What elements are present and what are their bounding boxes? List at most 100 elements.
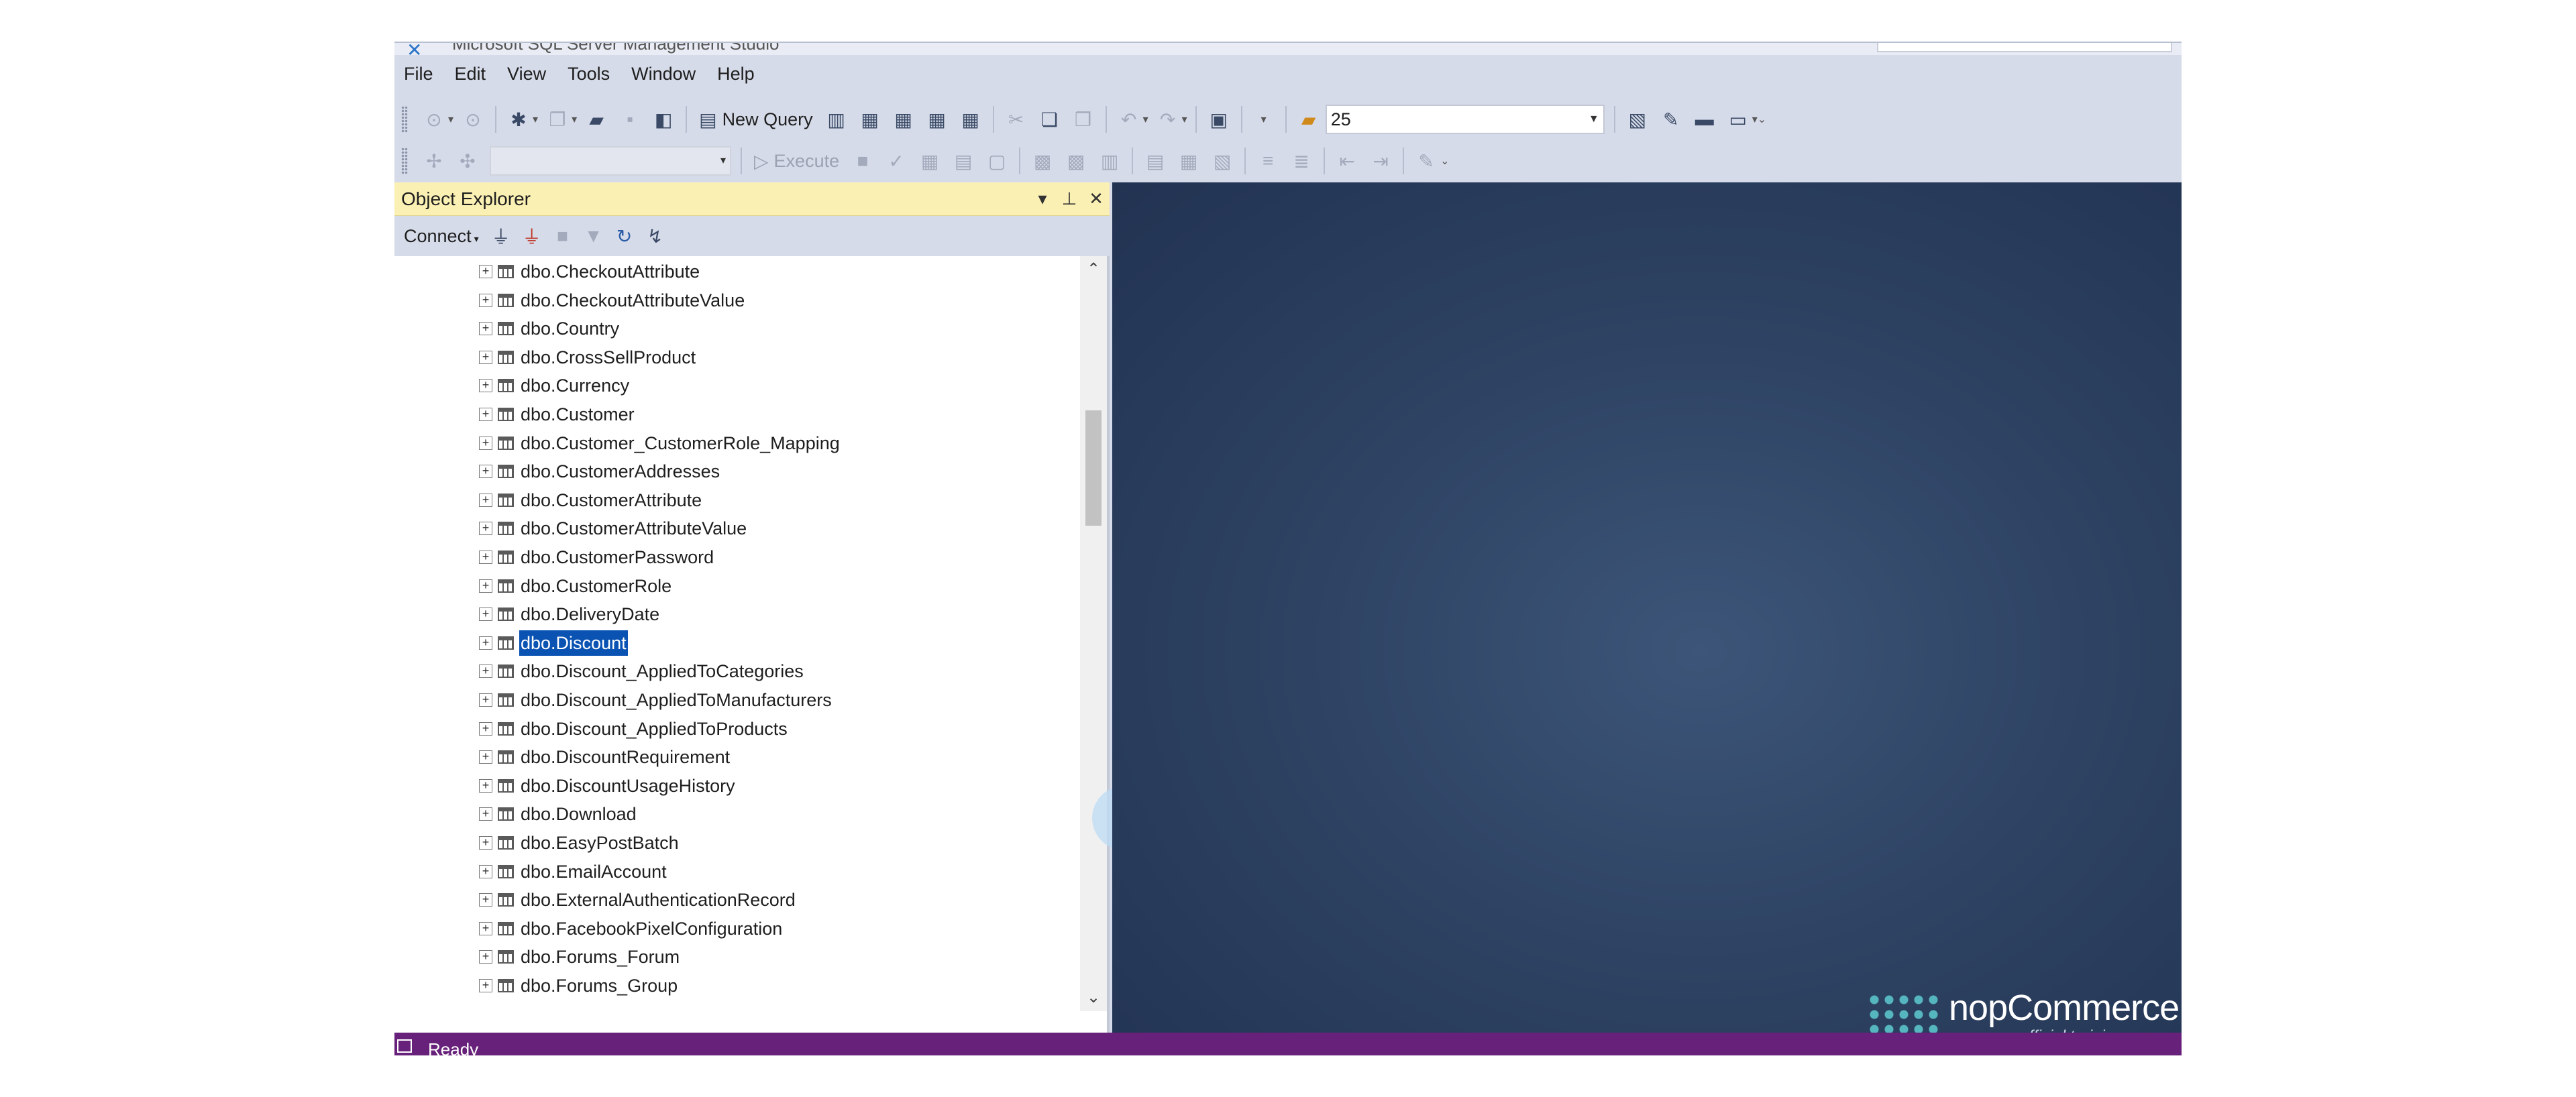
chevron-down-icon[interactable]: ▼ (1589, 106, 1599, 133)
menu-file[interactable]: File (401, 64, 449, 84)
tree-item-table[interactable]: + dbo.DiscountUsageHistory (479, 772, 737, 800)
tree-item-table[interactable]: + dbo.Discount (479, 629, 629, 657)
back-icon[interactable]: ⊙ (419, 105, 449, 134)
results-to-grid-icon[interactable]: ▦ (1174, 146, 1203, 176)
query-designer-icon[interactable]: ▤ (949, 146, 978, 176)
expand-icon[interactable]: + (479, 551, 492, 564)
chevron-down-icon[interactable]: ▾ (1143, 113, 1148, 126)
activity-monitor-icon[interactable]: ↯ (642, 221, 669, 251)
find-in-files-icon[interactable]: ▰ (1294, 105, 1324, 134)
expand-icon[interactable]: + (479, 294, 492, 307)
tree-item-table[interactable]: + dbo.ExternalAuthenticationRecord (479, 886, 797, 914)
disconnect-icon[interactable]: ⏚ (519, 221, 545, 251)
expand-icon[interactable]: + (479, 494, 492, 507)
live-query-stats-icon[interactable]: ▩ (1061, 146, 1091, 176)
close-icon[interactable]: ✕ (1083, 188, 1110, 209)
undo-icon[interactable]: ↶ (1114, 105, 1144, 134)
include-actual-plan-icon[interactable]: ▩ (1028, 146, 1057, 176)
refresh-icon[interactable]: ↻ (611, 221, 638, 251)
tree-item-table[interactable]: + dbo.EasyPostBatch (479, 829, 680, 857)
tree-item-table[interactable]: + dbo.Download (479, 800, 638, 828)
expand-icon[interactable]: + (479, 437, 492, 450)
add-item-icon[interactable]: ❐ (543, 105, 572, 134)
tree-item-table[interactable]: + dbo.CustomerAddresses (479, 457, 721, 485)
expand-icon[interactable]: + (479, 636, 492, 650)
scrollbar-thumb[interactable] (1085, 410, 1102, 526)
tree-item-table[interactable]: + dbo.Discount_AppliedToManufacturers (479, 686, 833, 714)
expand-icon[interactable]: + (479, 522, 492, 535)
toolbar-overflow-icon[interactable]: ⌄ (1440, 154, 1449, 168)
tree-item-table[interactable]: + dbo.Country (479, 314, 621, 343)
expand-icon[interactable]: + (479, 379, 492, 392)
chevron-down-icon[interactable]: ▾ (1182, 113, 1187, 126)
toolbox-icon[interactable]: ▬ (1690, 105, 1719, 134)
copy-icon[interactable]: ❏ (1035, 105, 1065, 134)
stop-icon[interactable]: ■ (549, 221, 576, 251)
tree-item-table[interactable]: + dbo.CustomerRole (479, 572, 673, 600)
expand-icon[interactable]: + (479, 265, 492, 278)
panel-menu-chevron-icon[interactable]: ▾ (1029, 188, 1056, 209)
specify-template-values-icon[interactable]: ✎ (1411, 146, 1441, 176)
toolbar-grip[interactable] (401, 106, 408, 133)
tree-item-table[interactable]: + dbo.Customer_CustomerRole_Mapping (479, 429, 841, 457)
change-connection-icon[interactable]: ✣ (453, 146, 482, 176)
expand-icon[interactable]: + (479, 750, 492, 764)
analysis-dmx-query-icon[interactable]: ▦ (889, 105, 918, 134)
analysis-xmla-query-icon[interactable]: ▦ (922, 105, 952, 134)
chevron-down-icon[interactable]: ▾ (533, 113, 538, 126)
tree-item-table[interactable]: + dbo.FacebookPixelConfiguration (479, 915, 784, 943)
toolbar-grip[interactable] (401, 148, 408, 174)
chevron-down-icon[interactable]: ▾ (1752, 113, 1758, 126)
redo-icon[interactable]: ↷ (1153, 105, 1183, 134)
open-file-icon[interactable]: ▰ (582, 105, 611, 134)
expand-icon[interactable]: + (479, 608, 492, 621)
chevron-down-icon[interactable]: ▾ (572, 113, 577, 126)
scroll-up-icon[interactable]: ⌃ (1080, 256, 1107, 283)
save-icon[interactable]: ▪ (615, 105, 645, 134)
analysis-mdx-query-icon[interactable]: ▦ (855, 105, 885, 134)
query-options-icon[interactable]: ▢ (982, 146, 1012, 176)
tree-item-table[interactable]: + dbo.CheckoutAttributeValue (479, 286, 746, 314)
tree-item-table[interactable]: + dbo.CustomerPassword (479, 543, 715, 571)
pin-icon[interactable]: ⊥ (1056, 188, 1083, 209)
scroll-down-icon[interactable]: ⌄ (1080, 984, 1107, 1011)
results-to-text-icon[interactable]: ▤ (1140, 146, 1170, 176)
client-statistics-icon[interactable]: ▥ (1095, 146, 1124, 176)
database-engine-query-icon[interactable]: ▥ (822, 105, 851, 134)
connect-button[interactable]: Connect ▾ (404, 226, 479, 247)
solution-config-dropdown[interactable]: ▾ (1261, 113, 1267, 126)
tree-item-table[interactable]: + dbo.CheckoutAttribute (479, 257, 701, 286)
expand-icon[interactable]: + (479, 779, 492, 793)
tree-item-table[interactable]: + dbo.Forums_Group (479, 972, 679, 1000)
parse-icon[interactable]: ✓ (881, 146, 911, 176)
display-estimated-plan-icon[interactable]: ▦ (915, 146, 945, 176)
quick-launch-input[interactable] (1877, 43, 2172, 52)
expand-icon[interactable]: + (479, 722, 492, 736)
find-combo[interactable]: 25 ▼ (1325, 105, 1605, 134)
tree-item-table[interactable]: + dbo.DeliveryDate (479, 600, 661, 628)
tree-item-table[interactable]: + dbo.Currency (479, 371, 631, 400)
menu-edit[interactable]: Edit (452, 64, 502, 84)
toolbar-overflow-icon[interactable]: ⌄ (1758, 113, 1766, 126)
analysis-dax-query-icon[interactable]: ▦ (956, 105, 985, 134)
tree-item-table[interactable]: + dbo.Discount_AppliedToCategories (479, 657, 805, 685)
increase-indent-icon[interactable]: ⇥ (1366, 146, 1395, 176)
uncomment-icon[interactable]: ≣ (1287, 146, 1316, 176)
expand-icon[interactable]: + (479, 979, 492, 992)
tree-item-table[interactable]: + dbo.DiscountRequirement (479, 743, 731, 771)
activity-monitor-icon[interactable]: ▣ (1204, 105, 1234, 134)
execute-button[interactable]: ▷ Execute (747, 146, 846, 176)
cut-icon[interactable]: ✂ (1002, 105, 1031, 134)
expand-icon[interactable]: + (479, 922, 492, 935)
expand-icon[interactable]: + (479, 351, 492, 364)
results-to-file-icon[interactable]: ▧ (1208, 146, 1237, 176)
new-query-button[interactable]: ▤ New Query (692, 105, 820, 134)
expand-icon[interactable]: + (479, 322, 492, 335)
menu-window[interactable]: Window (629, 64, 712, 84)
chevron-down-icon[interactable]: ▾ (720, 148, 726, 174)
new-project-icon[interactable]: ✱ (504, 105, 533, 134)
expand-icon[interactable]: + (479, 579, 492, 593)
cancel-query-icon[interactable]: ■ (848, 146, 877, 176)
expand-icon[interactable]: + (479, 807, 492, 821)
menu-help[interactable]: Help (714, 64, 771, 84)
